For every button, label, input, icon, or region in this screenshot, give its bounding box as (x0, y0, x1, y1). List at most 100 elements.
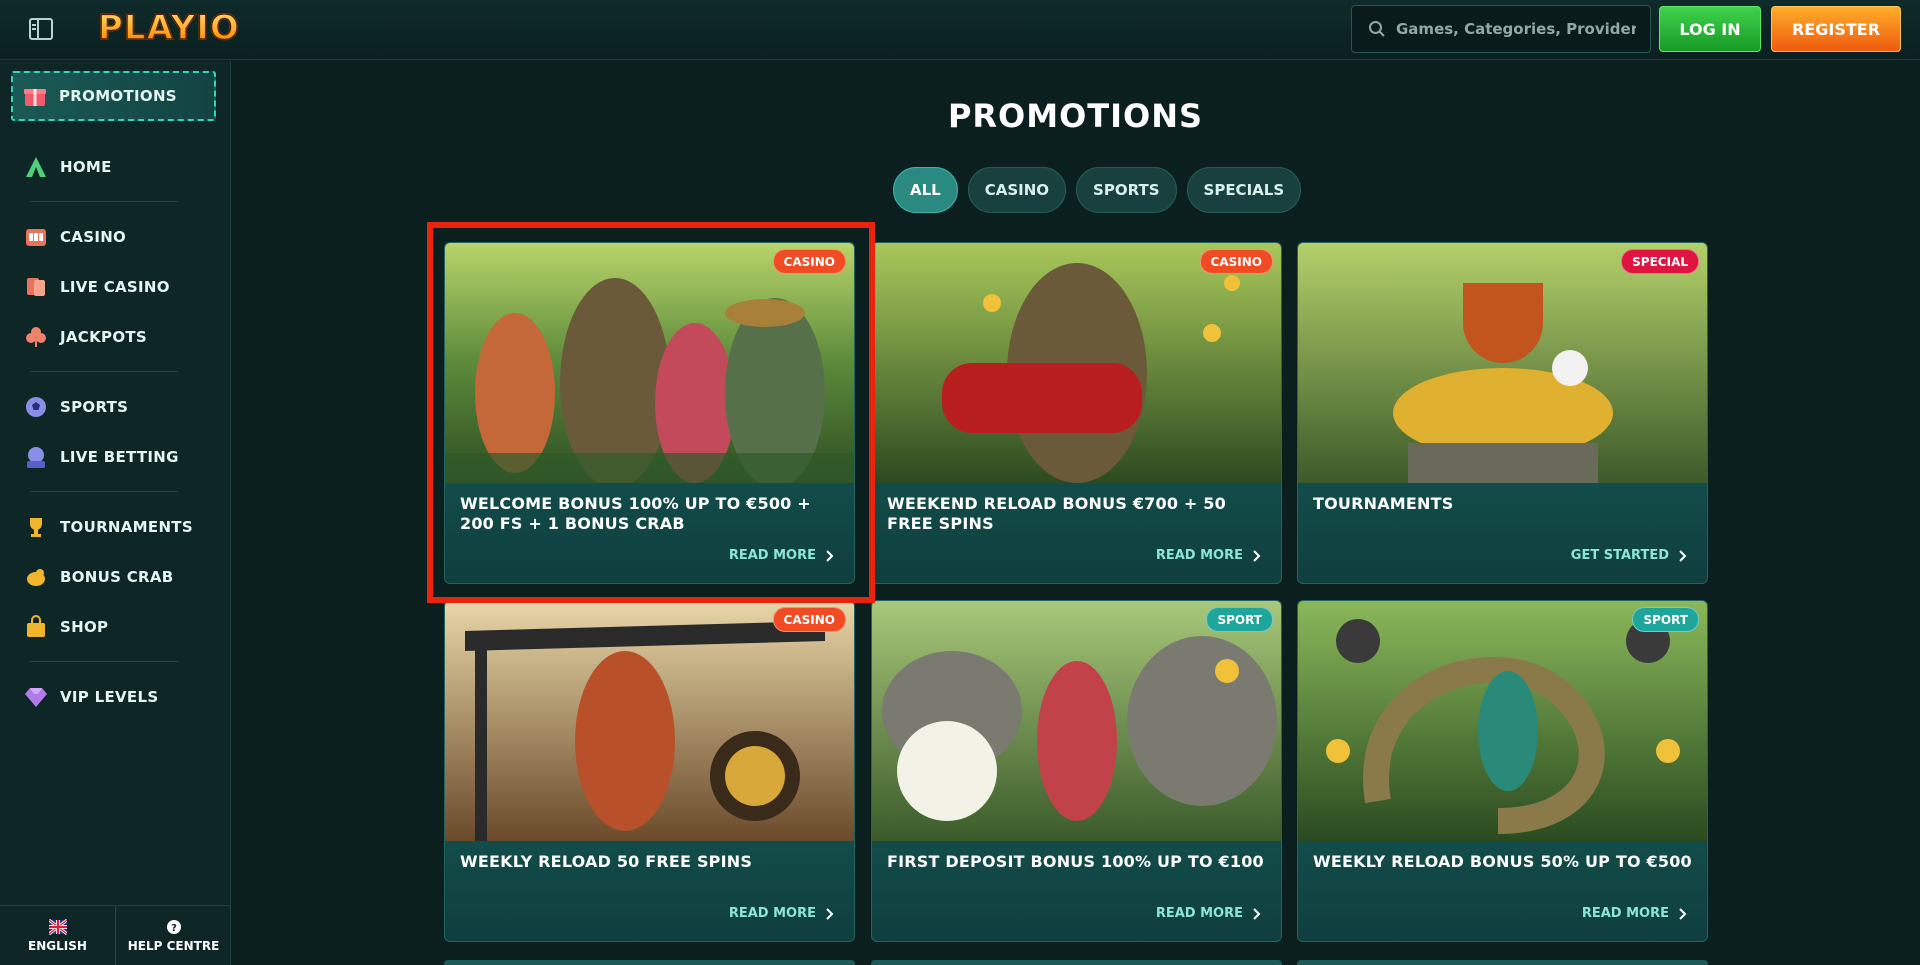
register-button[interactable]: REGISTER (1771, 6, 1901, 52)
sidebar-item-label: SHOP (60, 618, 109, 636)
sidebar-item-label: PROMOTIONS (59, 87, 177, 105)
clover-icon (24, 325, 48, 349)
get-started-link[interactable]: GET STARTED (1571, 548, 1687, 563)
sidebar-item-bonus-crab[interactable]: BONUS CRAB (14, 557, 214, 597)
chevron-right-icon (826, 907, 834, 920)
promo-card[interactable]: SPECIAL TOURNAMENTS GET STARTED (1297, 242, 1708, 584)
uk-flag-icon (48, 918, 67, 935)
read-more-link[interactable]: READ MORE (1156, 906, 1261, 921)
site-logo[interactable]: PLAYIO (97, 7, 240, 50)
promo-image (445, 243, 854, 483)
filter-casino[interactable]: CASINO (967, 167, 1067, 213)
read-more-link[interactable]: READ MORE (1582, 906, 1687, 921)
sidebar-item-label: JACKPOTS (60, 328, 148, 346)
sidebar-toggle-icon[interactable] (28, 17, 54, 41)
sidebar-item-live-casino[interactable]: LIVE CASINO (14, 267, 214, 307)
read-more-link[interactable]: READ MORE (729, 906, 834, 921)
promo-title: WEEKLY RELOAD BONUS 50% UP TO €500 (1313, 852, 1692, 871)
sidebar-item-vip-levels[interactable]: VIP LEVELS (14, 677, 214, 717)
sidebar-item-jackpots[interactable]: JACKPOTS (14, 317, 214, 357)
sidebar-item-shop[interactable]: SHOP (14, 607, 214, 647)
search-input[interactable] (1396, 20, 1636, 38)
filter-all[interactable]: ALL (893, 167, 958, 213)
cards-icon (24, 275, 48, 299)
category-badge: CASINO (1199, 249, 1273, 274)
help-icon: ? (166, 919, 181, 934)
promo-image (872, 243, 1281, 483)
cta-label: READ MORE (1581, 906, 1669, 921)
cta-label: READ MORE (728, 906, 816, 921)
search-box[interactable] (1351, 5, 1651, 53)
svg-text:?: ? (171, 923, 177, 934)
promo-image (1298, 601, 1707, 841)
category-badge: CASINO (772, 607, 846, 632)
language-selector[interactable]: ENGLISH (0, 906, 116, 965)
promo-card[interactable]: CASINO WEEKEND RELOAD BONUS €700 + 50 FR… (871, 242, 1282, 584)
sidebar-item-promotions[interactable]: PROMOTIONS (11, 71, 216, 121)
gift-icon (23, 84, 47, 108)
sidebar-item-label: LIVE BETTING (60, 448, 179, 466)
sidebar-item-label: SPORTS (60, 398, 129, 416)
promo-card-partial[interactable] (1297, 960, 1708, 965)
sidebar-item-live-betting[interactable]: LIVE BETTING (14, 437, 214, 477)
sidebar: PROMOTIONS HOME CASINO LIVE CASINO JACKP… (0, 61, 231, 965)
promo-title: FIRST DEPOSIT BONUS 100% UP TO €100 (887, 852, 1264, 871)
read-more-link[interactable]: READ MORE (1156, 548, 1261, 563)
page-title: PROMOTIONS (947, 97, 1204, 135)
crab-icon (24, 565, 48, 589)
shopping-bag-icon (24, 615, 48, 639)
chevron-right-icon (826, 549, 834, 562)
chevron-right-icon (1679, 549, 1687, 562)
trophy-icon (24, 515, 48, 539)
help-centre-link[interactable]: ? HELP CENTRE (116, 906, 231, 965)
promo-image (445, 601, 854, 841)
promo-card[interactable]: SPORT FIRST DEPOSIT BONUS 100% UP TO €10… (871, 600, 1282, 942)
diamond-icon (24, 685, 48, 709)
promo-card-partial[interactable] (444, 960, 855, 965)
chevron-right-icon (1679, 907, 1687, 920)
chevron-right-icon (1253, 907, 1261, 920)
sidebar-item-label: BONUS CRAB (60, 568, 174, 586)
sidebar-item-label: HOME (60, 158, 112, 176)
top-bar: PLAYIO LOG IN REGISTER (0, 0, 1920, 60)
login-button[interactable]: LOG IN (1659, 6, 1761, 52)
filter-specials[interactable]: SPECIALS (1186, 167, 1302, 213)
promo-image (872, 601, 1281, 841)
promo-card[interactable]: SPORT WEEKLY RELOAD BONUS 50% UP TO €500… (1297, 600, 1708, 942)
promotion-filters: ALL CASINO SPORTS SPECIALS (893, 167, 1302, 213)
promo-card[interactable]: CASINO WELCOME BONUS 100% UP TO €500 + 2… (444, 242, 855, 584)
sidebar-item-label: CASINO (60, 228, 127, 246)
language-label: ENGLISH (28, 938, 87, 953)
sidebar-footer: ENGLISH ? HELP CENTRE (0, 905, 231, 965)
read-more-link[interactable]: READ MORE (729, 548, 834, 563)
divider (30, 201, 178, 202)
sidebar-item-sports[interactable]: SPORTS (14, 387, 214, 427)
promo-title: WEEKLY RELOAD 50 FREE SPINS (460, 852, 753, 871)
filter-sports[interactable]: SPORTS (1076, 167, 1177, 213)
cta-label: READ MORE (1155, 906, 1243, 921)
cta-label: READ MORE (1155, 548, 1243, 563)
divider (30, 491, 178, 492)
cta-label: GET STARTED (1570, 548, 1669, 563)
slot-machine-icon (24, 225, 48, 249)
sidebar-item-home[interactable]: HOME (14, 147, 214, 187)
category-badge: SPECIAL (1621, 249, 1699, 274)
category-badge: SPORT (1206, 607, 1273, 632)
sidebar-item-label: LIVE CASINO (60, 278, 170, 296)
promo-title: WELCOME BONUS 100% UP TO €500 + 200 FS +… (460, 494, 811, 533)
sidebar-item-label: TOURNAMENTS (60, 518, 193, 536)
sidebar-item-casino[interactable]: CASINO (14, 217, 214, 257)
tent-icon (24, 155, 48, 179)
promo-image (1298, 243, 1707, 483)
promo-title: WEEKEND RELOAD BONUS €700 + 50 FREE SPIN… (887, 494, 1226, 533)
divider (30, 371, 178, 372)
sidebar-item-tournaments[interactable]: TOURNAMENTS (14, 507, 214, 547)
promo-card[interactable]: CASINO WEEKLY RELOAD 50 FREE SPINS READ … (444, 600, 855, 942)
search-icon (1369, 21, 1385, 37)
sidebar-item-label: VIP LEVELS (60, 688, 159, 706)
category-badge: SPORT (1632, 607, 1699, 632)
promo-card-partial[interactable] (871, 960, 1282, 965)
divider (30, 661, 178, 662)
category-badge: CASINO (772, 249, 846, 274)
live-icon (24, 445, 48, 469)
